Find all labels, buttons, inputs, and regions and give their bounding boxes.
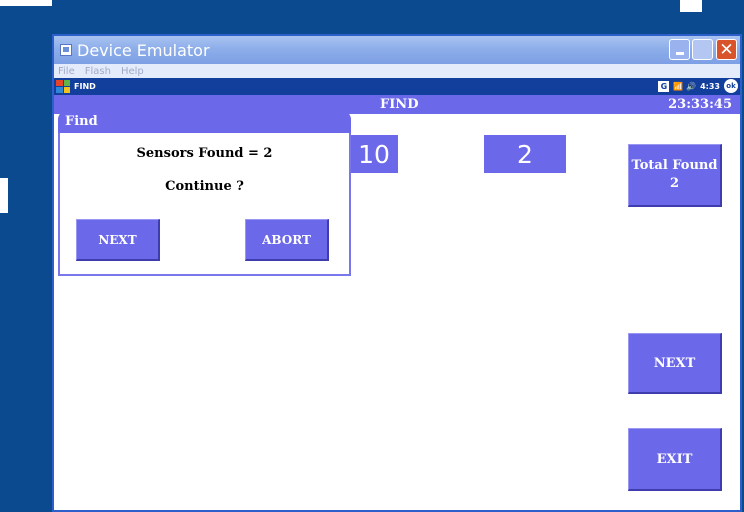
dialog-title: Find [58,110,351,133]
dialog-question: Continue ? [165,179,244,194]
minimize-icon [675,52,684,55]
pda-time: 4:33 [700,81,720,91]
background-window-edge [680,0,702,12]
window-title: Device Emulator [77,40,210,60]
total-found-label: Total Found [631,158,718,173]
next-button[interactable]: NEXT [628,333,722,394]
app-clock: 23:33:45 [668,97,732,112]
app-title: FIND [380,97,419,112]
total-found-button[interactable]: Total Found 2 [628,144,722,207]
system-tray: G 📶 🔊 4:33 ok [658,79,738,93]
background-window-edge [0,178,8,213]
exit-button[interactable]: EXIT [628,428,722,491]
close-button[interactable]: ✕ [716,39,737,60]
windows-start-icon[interactable] [56,80,70,93]
menu-help[interactable]: Help [121,66,144,77]
signal-volume-icon: 📶 🔊 [673,81,697,91]
minimize-button[interactable] [669,39,690,60]
ok-button[interactable]: ok [724,79,738,93]
title-bar[interactable]: Device Emulator ✕ [54,36,740,64]
pda-status-bar: FIND G 📶 🔊 4:33 ok [54,78,740,95]
maximize-button[interactable] [692,39,713,60]
find-dialog: Find Sensors Found = 2 Continue ? NEXT A… [58,110,351,276]
close-icon: ✕ [719,39,734,60]
dialog-abort-button[interactable]: ABORT [245,219,329,261]
pda-app-name: FIND [74,82,96,91]
background-window-edge [0,0,52,6]
counter-left-box: 10 [350,135,398,173]
device-emulator-window: Device Emulator ✕ File Flash Help FIND G… [52,34,742,512]
dialog-message: Sensors Found = 2 [136,146,273,161]
menu-bar: File Flash Help [54,64,740,78]
g-tray-icon: G [658,80,670,92]
emulator-app-icon [60,44,72,56]
dialog-next-button[interactable]: NEXT [76,219,160,261]
counter-right-box: 2 [484,135,566,173]
menu-flash[interactable]: Flash [85,66,111,77]
menu-file[interactable]: File [58,66,75,77]
total-found-value: 2 [669,176,680,191]
